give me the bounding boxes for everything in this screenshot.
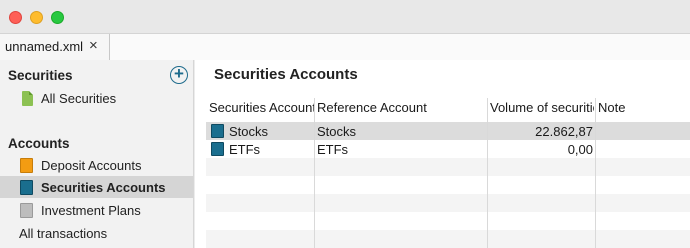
sidebar-item-securities-accounts[interactable]: Securities Accounts — [0, 176, 193, 198]
empty-row — [206, 212, 690, 230]
table-row[interactable]: Stocks Stocks 22.862,87 — [206, 122, 690, 140]
sidebar-item-label: Investment Plans — [41, 203, 141, 218]
securities-heading: Securities — [8, 68, 73, 83]
deposit-account-icon — [20, 158, 33, 173]
column-header-note[interactable]: Note — [598, 100, 688, 115]
cell-account-name: ETFs — [229, 142, 261, 157]
securities-account-icon — [211, 124, 224, 138]
empty-row — [206, 158, 690, 176]
cell-reference-account: ETFs — [317, 142, 349, 157]
minimize-window-button[interactable] — [30, 11, 43, 24]
column-divider[interactable] — [487, 98, 488, 248]
tab-unnamed-xml[interactable]: unnamed.xml × — [0, 34, 110, 60]
sidebar-item-all-transactions[interactable]: All transactions — [19, 226, 107, 241]
empty-row — [206, 176, 690, 194]
cell-volume: 22.862,87 — [535, 124, 593, 139]
accounts-heading: Accounts — [8, 136, 70, 151]
tab-bar: unnamed.xml × — [0, 34, 690, 60]
sidebar-item-investment-plans[interactable]: Investment Plans — [0, 199, 193, 221]
add-icon[interactable]: + — [170, 65, 188, 84]
sidebar-item-label: All Securities — [41, 91, 117, 106]
sidebar: Securities + All Securities Accounts Dep… — [0, 60, 194, 248]
securities-account-icon — [20, 180, 33, 195]
main-panel: Securities Accounts Securities Account R… — [195, 60, 690, 248]
table-row[interactable]: ETFs ETFs 0,00 — [206, 140, 690, 158]
investment-plan-icon — [20, 203, 33, 218]
empty-row — [206, 230, 690, 248]
column-header-volume[interactable]: Volume of securities — [490, 100, 594, 115]
sidebar-item-label: Securities Accounts — [41, 180, 166, 195]
sidebar-item-label: Deposit Accounts — [41, 158, 142, 173]
sidebar-item-all-securities[interactable]: All Securities — [0, 87, 193, 109]
cell-account-name: Stocks — [229, 124, 269, 139]
tab-label: unnamed.xml — [5, 39, 84, 54]
close-window-button[interactable] — [9, 11, 22, 24]
window-titlebar — [0, 0, 690, 34]
sidebar-item-deposit-accounts[interactable]: Deposit Accounts — [0, 154, 193, 176]
column-divider[interactable] — [314, 98, 315, 248]
empty-row — [206, 194, 690, 212]
cell-reference-account: Stocks — [317, 124, 357, 139]
column-divider[interactable] — [595, 98, 596, 248]
close-icon[interactable]: × — [89, 37, 98, 55]
zoom-window-button[interactable] — [51, 11, 64, 24]
securities-account-icon — [211, 142, 224, 156]
cell-volume: 0,00 — [567, 142, 593, 157]
tab-bar-empty-area — [110, 34, 690, 60]
page-title: Securities Accounts — [214, 66, 358, 83]
column-header-securities-account[interactable]: Securities Account — [209, 100, 315, 115]
column-header-reference-account[interactable]: Reference Account — [317, 100, 485, 115]
document-icon — [22, 91, 33, 106]
